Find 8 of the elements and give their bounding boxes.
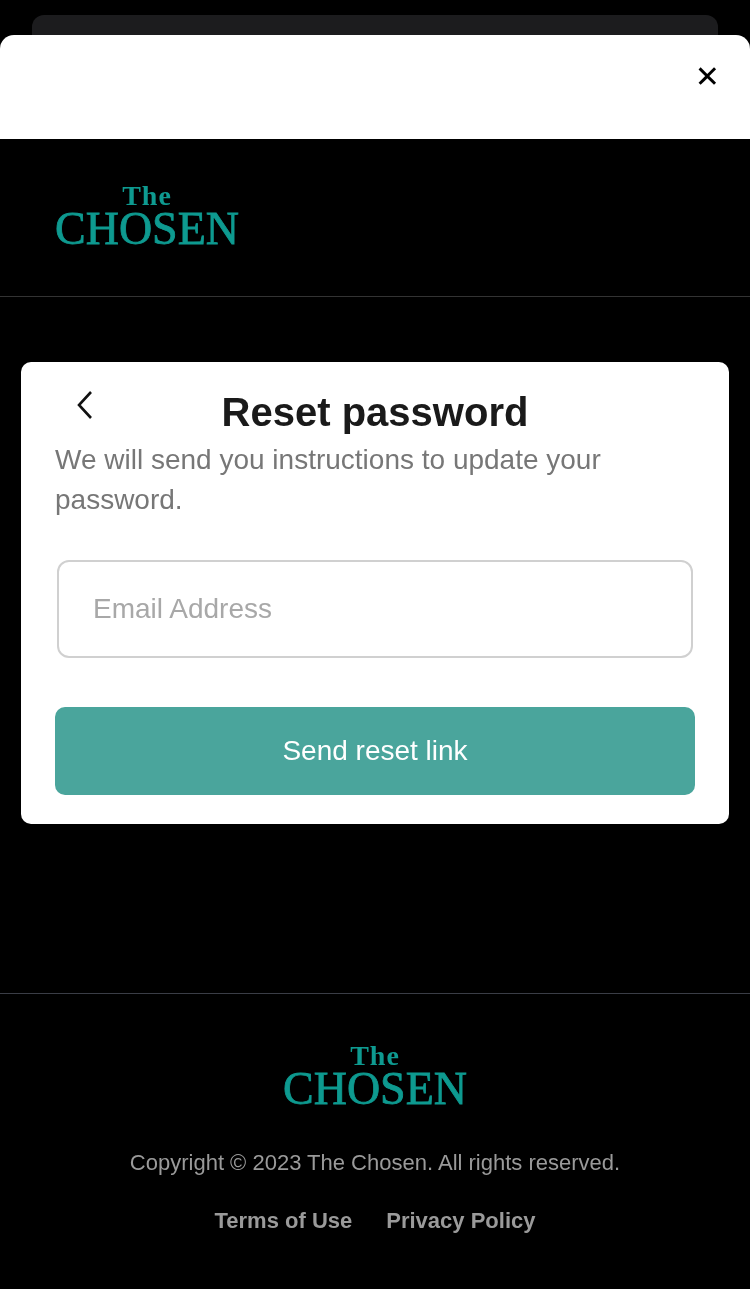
footer-link[interactable]: Terms of Use [214,1208,353,1234]
card-description: We will send you instructions to update your password. [55,443,602,517]
email-field[interactable]: Email Address [57,560,693,658]
card-title: Reset password [221,389,529,436]
copyright-text: Copyright © 2023 The Chosen. All rights reserved. [129,1150,621,1176]
back-icon[interactable] [75,390,95,420]
footer-link[interactable]: Privacy Policy [386,1208,536,1234]
close-button[interactable]: ✕ [694,62,720,92]
